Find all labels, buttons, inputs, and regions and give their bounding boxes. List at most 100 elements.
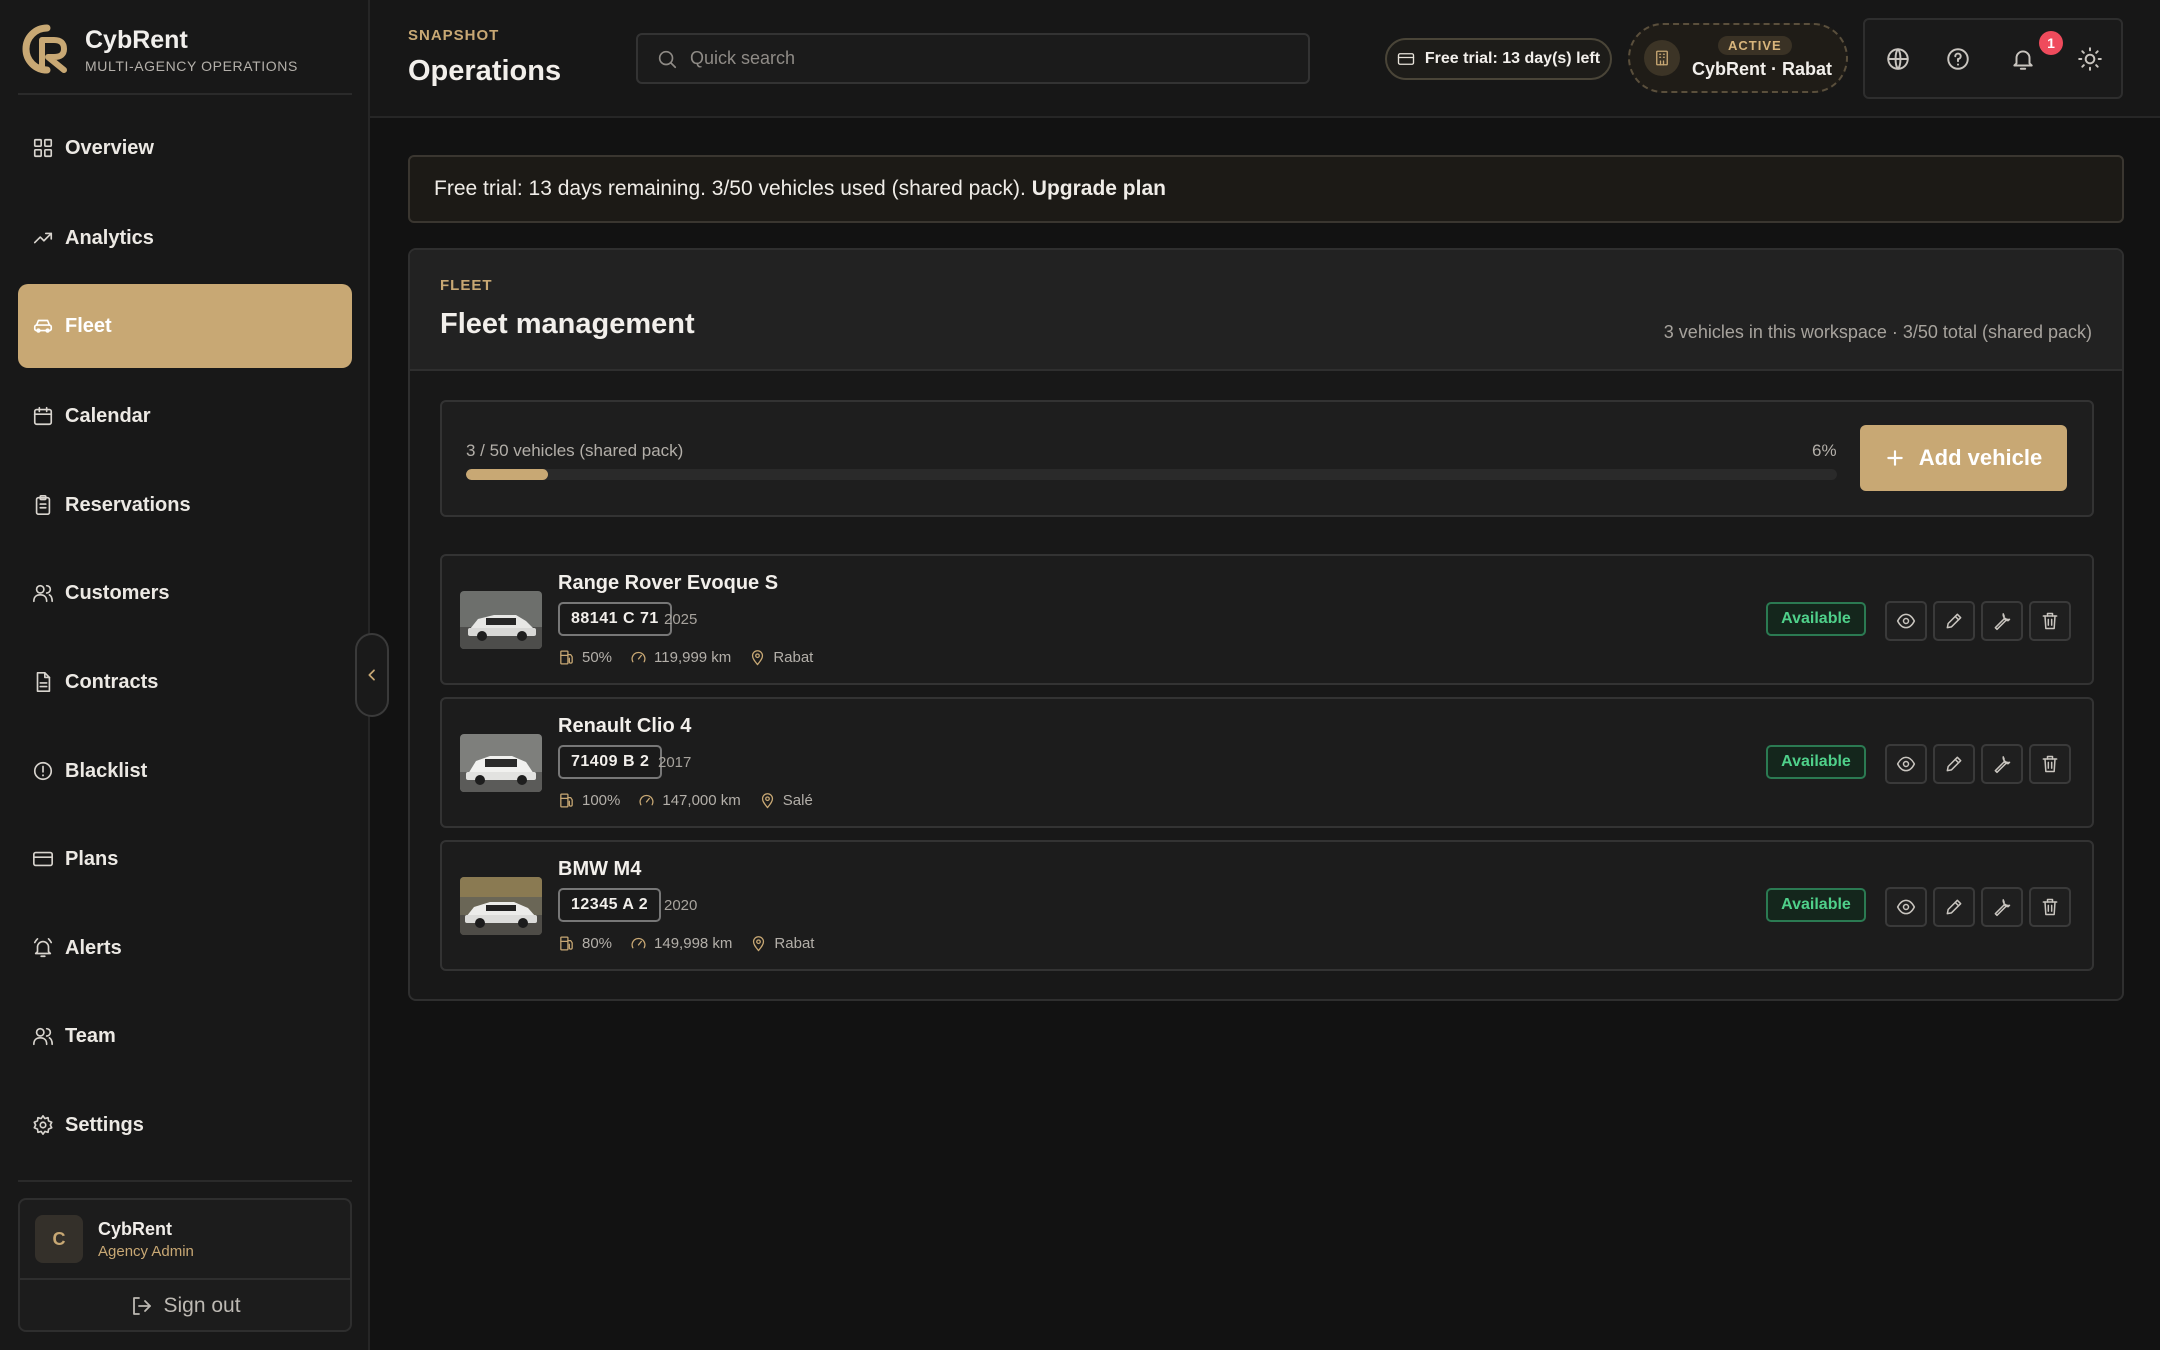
sidebar-item-contracts[interactable]: Contracts [18, 640, 352, 724]
brand[interactable]: CybRent MULTI-AGENCY OPERATIONS [18, 20, 298, 78]
pencil-icon [1946, 756, 1962, 772]
add-vehicle-label: Add vehicle [1918, 445, 2043, 470]
vehicle-name: Renault Clio 4 [558, 715, 692, 737]
trash-icon [2042, 755, 2058, 773]
vehicle-mileage: 149,998 km [654, 935, 733, 952]
delete-vehicle-button[interactable] [2029, 887, 2071, 927]
sidebar-item-label: Reservations [65, 493, 191, 516]
add-vehicle-button[interactable]: Add vehicle [1860, 425, 2067, 491]
credit-card-icon [1397, 53, 1415, 65]
brand-tagline: MULTI-AGENCY OPERATIONS [85, 57, 298, 74]
document-icon [36, 672, 51, 692]
sign-out-button[interactable]: Sign out [20, 1278, 350, 1330]
vehicle-row[interactable]: BMW M4 12345 A 2 2020 80% 149,998 km Rab… [440, 840, 2094, 971]
sidebar-item-fleet[interactable]: Fleet [18, 284, 352, 368]
help-button[interactable] [1943, 44, 1973, 74]
header-eyebrow: SNAPSHOT [408, 27, 500, 44]
vehicle-name: Range Rover Evoque S [558, 572, 779, 594]
vehicle-name: BMW M4 [558, 858, 642, 880]
usage-percent: 6% [1812, 441, 1837, 460]
alert-circle-icon [33, 761, 53, 781]
sidebar-item-calendar[interactable]: Calendar [18, 374, 352, 458]
delete-vehicle-button[interactable] [2029, 601, 2071, 641]
vehicle-meta: 50% 119,999 km Rabat [558, 649, 831, 666]
maintenance-button[interactable] [1981, 887, 2023, 927]
fleet-card-header: FLEET Fleet management 3 vehicles in thi… [410, 250, 2122, 371]
log-out-icon [133, 1297, 152, 1315]
sidebar-item-plans[interactable]: Plans [18, 817, 352, 901]
usage-label: 3 / 50 vehicles (shared pack) [466, 441, 684, 460]
view-vehicle-button[interactable] [1885, 601, 1927, 641]
sidebar-item-label: Settings [65, 1113, 144, 1136]
edit-vehicle-button[interactable] [1933, 744, 1975, 784]
search-input[interactable] [690, 48, 1308, 69]
brand-name: CybRent [85, 25, 188, 54]
fuel-icon [560, 793, 573, 808]
sidebar-item-reservations[interactable]: Reservations [18, 463, 352, 547]
page-title: Operations [408, 55, 562, 87]
vehicle-row[interactable]: Range Rover Evoque S 88141 C 71 2025 50%… [440, 554, 2094, 685]
vehicle-mileage: 147,000 km [662, 792, 741, 809]
header-actions: 1 [1863, 18, 2123, 99]
sidebar-item-analytics[interactable]: Analytics [18, 196, 352, 280]
edit-vehicle-button[interactable] [1933, 601, 1975, 641]
user-profile[interactable]: C CybRent Agency Admin [20, 1200, 350, 1278]
bell-icon [2013, 50, 2033, 70]
bell-ring-icon [33, 938, 53, 958]
avatar: C [35, 1215, 83, 1263]
chevron-left-icon [368, 669, 375, 681]
maintenance-button[interactable] [1981, 744, 2023, 784]
wrench-icon [1994, 899, 2011, 917]
language-button[interactable] [1883, 44, 1913, 74]
gear-icon [33, 1115, 53, 1135]
vehicle-fuel: 100% [582, 792, 621, 809]
edit-vehicle-button[interactable] [1933, 887, 1975, 927]
sidebar-item-blacklist[interactable]: Blacklist [18, 729, 352, 813]
sign-out-label: Sign out [163, 1294, 241, 1317]
pencil-icon [1946, 899, 1962, 915]
trash-icon [2042, 612, 2058, 630]
map-pin-icon [761, 793, 773, 809]
vehicle-photo [460, 877, 542, 935]
notification-count-badge: 1 [2039, 31, 2063, 55]
vehicle-plate: 12345 A 2 [558, 888, 662, 922]
sidebar-item-label: Calendar [65, 404, 151, 427]
top-header: SNAPSHOT Operations Free trial: 13 day(s… [370, 0, 2160, 118]
sidebar-item-label: Fleet [65, 314, 112, 337]
users-icon [33, 584, 53, 603]
brand-logo-icon [22, 24, 67, 74]
sidebar-item-team[interactable]: Team [18, 994, 352, 1078]
collapse-sidebar-button[interactable] [355, 633, 389, 717]
sidebar-item-label: Customers [65, 581, 170, 604]
sidebar-item-alerts[interactable]: Alerts [18, 906, 352, 990]
vehicle-photo [460, 591, 542, 649]
vehicle-meta: 100% 147,000 km Salé [558, 792, 831, 809]
view-vehicle-button[interactable] [1885, 887, 1927, 927]
map-pin-icon [752, 650, 764, 666]
theme-toggle-button[interactable] [2075, 44, 2105, 74]
usage-progress-fill [466, 469, 549, 480]
map-pin-icon [753, 936, 765, 952]
notifications-button[interactable] [2008, 44, 2038, 74]
vehicle-year: 2025 [664, 611, 698, 628]
trial-status-pill[interactable]: Free trial: 13 day(s) left [1385, 38, 1612, 80]
sidebar-item-overview[interactable]: Overview [18, 106, 352, 190]
sidebar-item-settings[interactable]: Settings [18, 1083, 352, 1167]
view-vehicle-button[interactable] [1885, 744, 1927, 784]
search-icon [658, 50, 677, 68]
trial-banner-text: Free trial: 13 days remaining. 3/50 vehi… [434, 177, 1026, 200]
building-icon [1644, 40, 1680, 76]
sidebar-item-label: Alerts [65, 936, 122, 959]
car-icon [33, 319, 53, 333]
agency-switcher[interactable]: ACTIVE CybRent · Rabat [1628, 23, 1848, 93]
fuel-icon [560, 936, 573, 951]
sidebar-item-customers[interactable]: Customers [18, 551, 352, 635]
delete-vehicle-button[interactable] [2029, 744, 2071, 784]
help-circle-icon [1947, 48, 1969, 70]
search-bar[interactable] [636, 33, 1310, 84]
agency-name: CybRent · Rabat [1692, 59, 1833, 79]
upgrade-plan-link[interactable]: Upgrade plan [1032, 177, 1166, 201]
fleet-eyebrow: FLEET [440, 277, 493, 294]
maintenance-button[interactable] [1981, 601, 2023, 641]
vehicle-row[interactable]: Renault Clio 4 71409 B 2 2017 100% 147,0… [440, 697, 2094, 828]
